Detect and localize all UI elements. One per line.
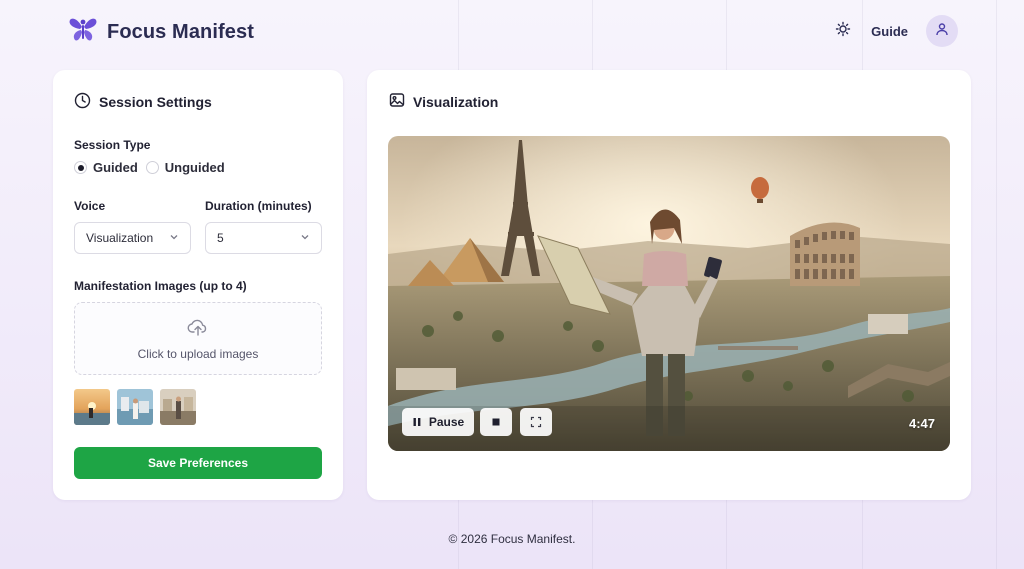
voice-label: Voice <box>74 199 106 213</box>
duration-select[interactable]: 5 <box>205 222 322 254</box>
session-settings-header: Session Settings <box>74 92 212 112</box>
session-type-radio-group: Guided Unguided <box>74 160 233 175</box>
voice-select-value: Visualization <box>86 231 154 245</box>
radio-unguided-label: Unguided <box>164 160 225 175</box>
duration-select-value: 5 <box>217 231 224 245</box>
image-thumbnail-3[interactable] <box>160 389 196 425</box>
stop-icon <box>491 417 501 427</box>
guide-link[interactable]: Guide <box>871 24 908 39</box>
brand[interactable]: Focus Manifest <box>68 18 254 46</box>
image-thumbnail-1[interactable] <box>74 389 110 425</box>
session-type-label: Session Type <box>74 138 151 152</box>
session-settings-title: Session Settings <box>99 94 212 110</box>
save-preferences-button[interactable]: Save Preferences <box>74 447 322 479</box>
pause-button[interactable]: Pause <box>402 408 474 436</box>
radio-unguided[interactable]: Unguided <box>145 160 225 175</box>
voice-select[interactable]: Visualization <box>74 222 191 254</box>
radio-unguided-dot[interactable] <box>145 161 159 174</box>
stop-button[interactable] <box>480 408 512 436</box>
fullscreen-icon <box>530 416 542 428</box>
chevron-down-icon <box>169 231 179 245</box>
image-thumbnails <box>74 389 196 425</box>
image-upload-dropzone[interactable]: Click to upload images <box>74 302 322 375</box>
chevron-down-icon <box>300 231 310 245</box>
radio-guided-label: Guided <box>93 160 138 175</box>
visualization-title: Visualization <box>413 93 499 110</box>
visualization-header: Visualization <box>389 92 498 111</box>
image-thumbnail-2[interactable] <box>117 389 153 425</box>
user-avatar-button[interactable] <box>926 15 958 47</box>
manifestation-images-label: Manifestation Images (up to 4) <box>74 279 247 293</box>
sun-icon <box>835 21 851 42</box>
session-settings-card: Session Settings Session Type Guided Ung… <box>53 70 343 500</box>
theme-toggle-button[interactable] <box>827 15 859 47</box>
session-timer: 4:47 <box>908 416 935 431</box>
header-actions: Guide <box>827 15 958 47</box>
duration-label: Duration (minutes) <box>205 199 312 213</box>
image-icon <box>389 92 405 111</box>
fullscreen-button[interactable] <box>520 408 552 436</box>
upload-instruction-text: Click to upload images <box>137 346 259 361</box>
upload-cloud-icon <box>187 317 209 342</box>
visualization-card: Visualization Pause 4:47 <box>367 70 971 500</box>
pause-icon <box>412 417 422 427</box>
footer-copyright: © 2026 Focus Manifest. <box>448 532 576 546</box>
brand-name: Focus Manifest <box>107 20 254 43</box>
radio-guided[interactable]: Guided <box>74 160 138 175</box>
user-icon <box>935 22 949 41</box>
background-line <box>996 0 997 569</box>
radio-guided-dot[interactable] <box>74 161 87 174</box>
butterfly-logo-icon <box>68 16 98 49</box>
clock-icon <box>74 92 91 112</box>
pause-label: Pause <box>428 415 465 429</box>
visualization-image <box>388 136 950 451</box>
